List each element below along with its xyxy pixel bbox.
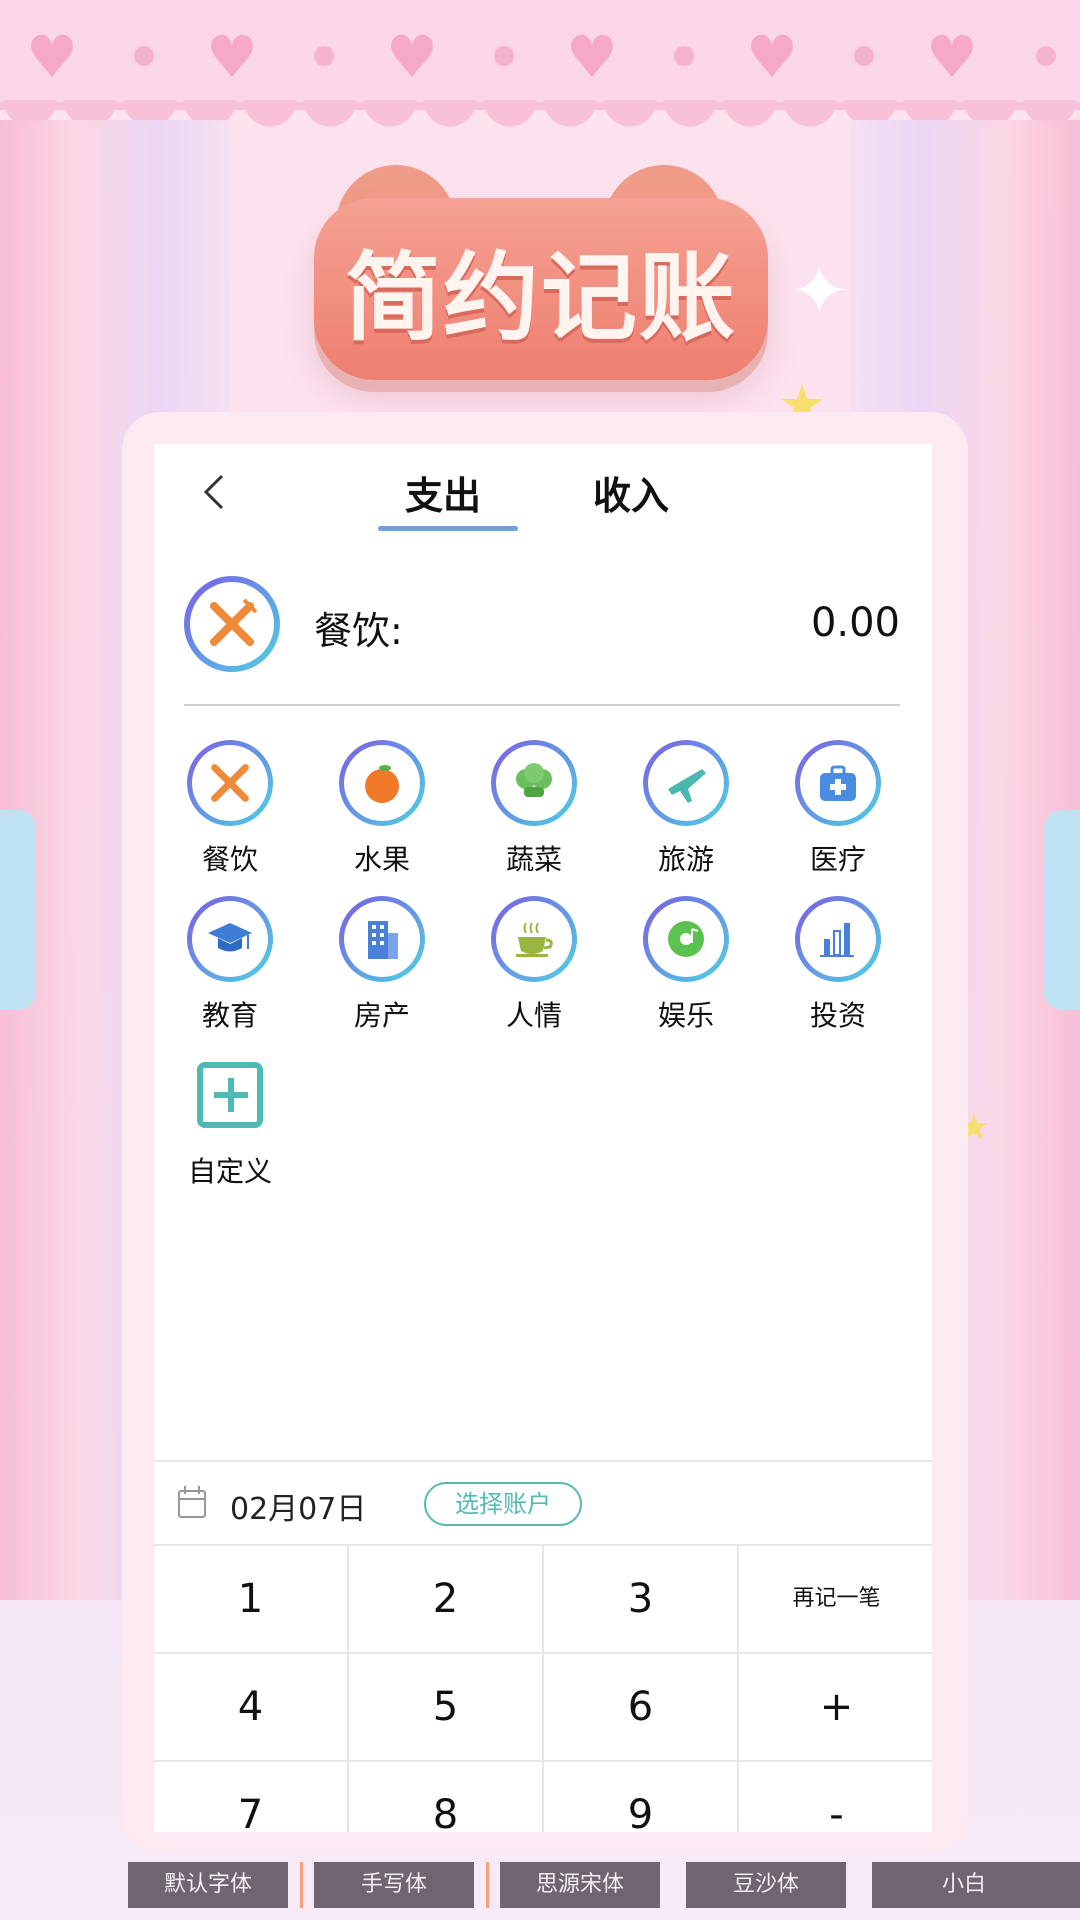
category-label: 旅游 [657,843,714,876]
tea-cup-icon [516,922,553,957]
dot-decoration [494,46,514,66]
key-2[interactable]: 2 [349,1546,544,1654]
calendar-icon[interactable] [178,1486,206,1518]
key-plus[interactable]: + [739,1654,932,1762]
tab-expense[interactable]: 支出 [378,466,508,526]
category-label: 蔬菜 [505,843,562,876]
key-minus[interactable]: - [739,1762,932,1832]
category-custom[interactable]: 自定义 [184,1052,276,1190]
dot-decoration [854,46,874,66]
heart-icon: ♥ [386,23,438,91]
key-4[interactable]: 4 [154,1654,349,1762]
dot-decoration [314,46,334,66]
back-button[interactable] [192,472,238,522]
category-label: 餐饮 [201,843,258,876]
key-5[interactable]: 5 [349,1654,544,1762]
add-square-icon [197,1062,263,1128]
key-3[interactable]: 3 [544,1546,739,1654]
date-picker[interactable]: 02月07日 [230,1484,366,1528]
key-1[interactable]: 1 [154,1546,349,1654]
top-bar: 支出 收入 [154,444,932,560]
category-vegetable[interactable]: 蔬菜 [488,740,580,878]
key-6[interactable]: 6 [544,1654,739,1762]
record-card: 支出 收入 餐饮: 0.00 餐饮 水果 蔬菜 旅游 医疗 教育 房产 人情 娱… [154,444,932,1832]
category-label: 医疗 [809,843,866,876]
font-option[interactable]: 小白 [872,1862,1080,1908]
category-fruit[interactable]: 水果 [336,740,428,878]
heart-icon: ♥ [26,23,78,91]
dot-decoration [674,46,694,66]
heart-icon: ♥ [926,23,978,91]
building-icon [368,921,398,959]
category-label: 水果 [353,843,410,876]
input-panel: 02月07日 选择账户 1 2 3 再记一笔 4 5 6 + 7 8 9 - [154,1460,932,1832]
sparkle-icon: ✦ [790,250,849,332]
font-option[interactable]: 思源宋体 [500,1862,660,1908]
font-separator [486,1862,489,1908]
heart-icon: ♥ [566,23,618,91]
category-property[interactable]: 房产 [336,896,428,1034]
key-7[interactable]: 7 [154,1762,349,1832]
category-investment[interactable]: 投资 [792,896,884,1034]
medical-kit-icon [820,765,856,801]
airplane-icon [668,769,706,803]
music-disc-icon [668,921,704,957]
font-selector: 默认字体 手写体 思源宋体 豆沙体 小白 [128,1862,1080,1908]
curtain-ribbon-right [1044,810,1080,1010]
heart-banner: ♥ ♥ ♥ ♥ ♥ ♥ [0,0,1080,110]
date-row: 02月07日 选择账户 [154,1462,932,1546]
heart-icon: ♥ [746,23,798,91]
selected-category-row: 餐饮: 0.00 [154,560,932,730]
record-another-button[interactable]: 再记一笔 [739,1546,932,1654]
category-dining[interactable]: 餐饮 [184,740,276,878]
font-option[interactable]: 默认字体 [128,1862,288,1908]
app-title: 简约记账 [345,241,737,354]
category-label: 人情 [505,999,562,1032]
chevron-left-icon [203,474,224,510]
category-label: 教育 [201,999,258,1032]
category-medical[interactable]: 医疗 [792,740,884,878]
orange-icon [365,765,399,803]
tab-income[interactable]: 收入 [566,466,696,526]
key-8[interactable]: 8 [349,1762,544,1832]
active-tab-indicator [378,526,518,531]
category-label: 自定义 [187,1155,272,1188]
key-9[interactable]: 9 [544,1762,739,1832]
selected-category-badge [184,576,280,672]
font-option[interactable]: 手写体 [314,1862,474,1908]
title-badge: 简约记账 [314,198,768,380]
heart-icon: ♥ [206,23,258,91]
category-gifts[interactable]: 人情 [488,896,580,1034]
category-label: 娱乐 [657,999,714,1032]
category-label: 投资 [809,999,866,1032]
category-entertainment[interactable]: 娱乐 [640,896,732,1034]
vegetable-icon [516,763,552,797]
dot-decoration [134,46,154,66]
category-education[interactable]: 教育 [184,896,276,1034]
category-travel[interactable]: 旅游 [640,740,732,878]
divider [184,704,900,706]
font-option[interactable]: 豆沙体 [686,1862,846,1908]
selected-category-label: 餐饮: [314,609,403,653]
graduation-cap-icon [208,923,252,952]
select-account-button[interactable]: 选择账户 [424,1482,582,1526]
bar-chart-icon [820,923,854,957]
fork-knife-icon [210,598,258,646]
amount-display: 0.00 [810,600,900,646]
font-separator [300,1862,303,1908]
category-label: 房产 [353,999,410,1032]
curtain-ribbon-left [0,810,36,1010]
fork-knife-icon [211,764,249,802]
dot-decoration [1036,46,1056,66]
